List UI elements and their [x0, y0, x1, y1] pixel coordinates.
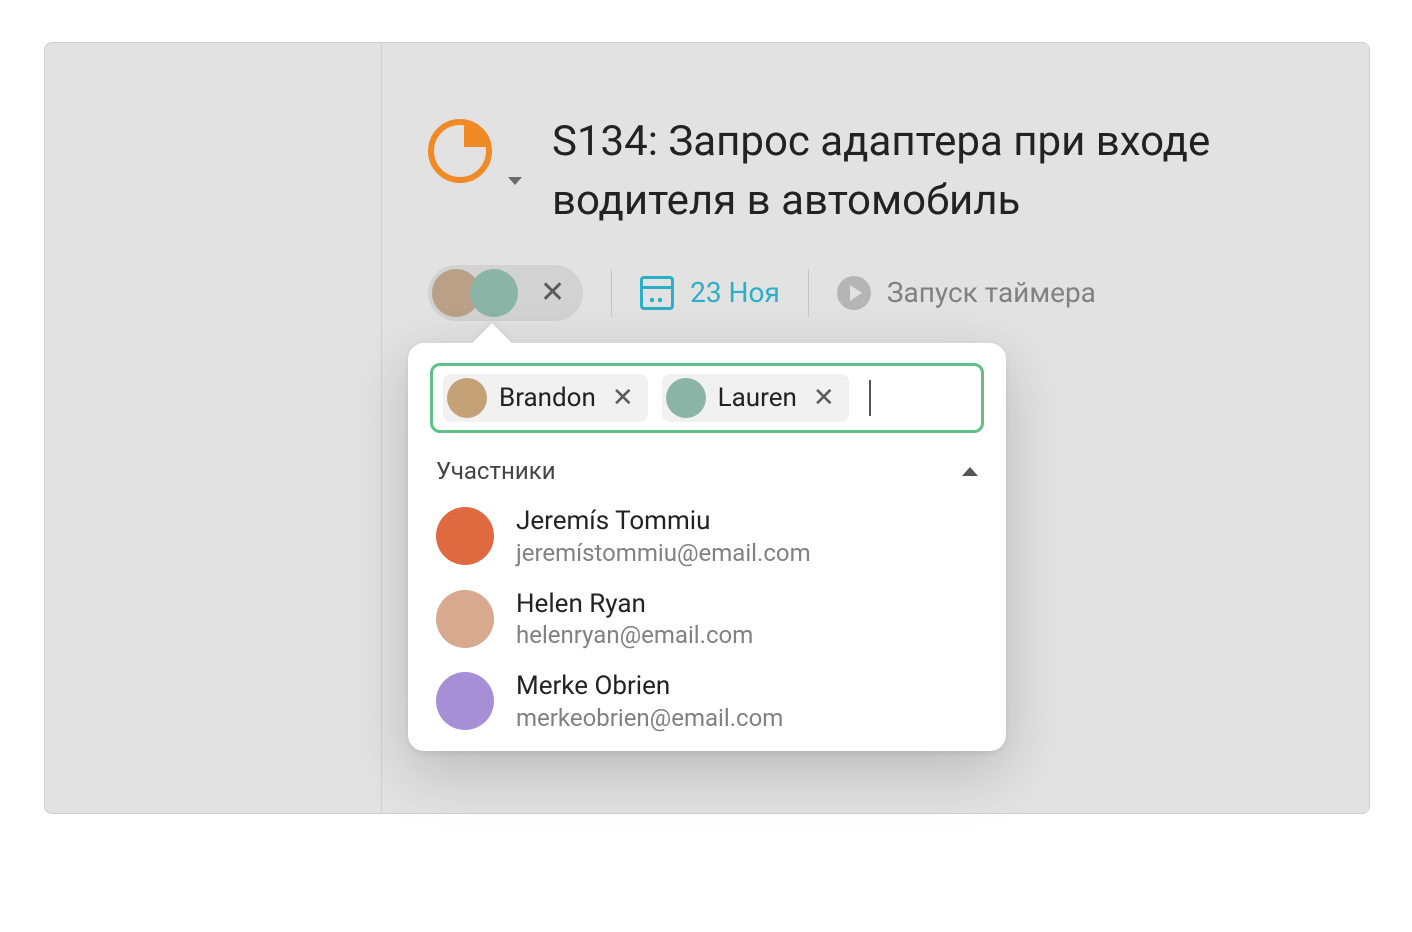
person-email: merkeobrien@email.com	[516, 703, 783, 733]
avatar	[470, 269, 518, 317]
timer-label: Запуск таймера	[887, 276, 1096, 309]
text-cursor	[869, 380, 871, 416]
avatar	[447, 378, 487, 418]
play-icon	[837, 276, 871, 310]
avatar	[436, 507, 494, 565]
divider	[808, 269, 809, 317]
clear-assignees-icon[interactable]: ✕	[540, 275, 565, 310]
divider	[611, 269, 612, 317]
remove-chip-icon[interactable]: ✕	[608, 383, 638, 413]
task-title: S134: Запрос адаптера при входе водителя…	[552, 113, 1329, 231]
start-timer-button[interactable]: Запуск таймера	[837, 276, 1096, 310]
person-name: Merke Obrien	[516, 670, 783, 703]
people-picker-option[interactable]: Helen Ryan helenryan@email.com	[430, 578, 984, 661]
remove-chip-icon[interactable]: ✕	[809, 383, 839, 413]
people-picker-option[interactable]: Merke Obrien merkeobrien@email.com	[430, 660, 984, 743]
collapse-section-icon[interactable]	[962, 467, 978, 476]
assignees-chip[interactable]: ✕	[428, 265, 583, 321]
avatar	[666, 378, 706, 418]
people-picker-popover: Brandon ✕ Lauren ✕ Участники Jeremís Tom…	[408, 343, 1006, 751]
calendar-icon	[640, 276, 674, 310]
section-label: Участники	[436, 457, 556, 485]
person-name: Jeremís Tommiu	[516, 505, 811, 538]
status-indicator[interactable]	[428, 119, 492, 183]
person-name: Helen Ryan	[516, 588, 753, 621]
due-date-label: 23 Ноя	[690, 276, 780, 309]
people-picker-option[interactable]: Jeremís Tommiu jeremístommiu@email.com	[430, 495, 984, 578]
status-chevron-icon[interactable]	[508, 177, 522, 185]
person-email: jeremístommiu@email.com	[516, 538, 811, 568]
due-date-button[interactable]: 23 Ноя	[640, 276, 780, 310]
assignee-chip[interactable]: Lauren ✕	[662, 374, 849, 422]
people-picker-input[interactable]: Brandon ✕ Lauren ✕	[430, 363, 984, 433]
avatar	[436, 590, 494, 648]
chip-label: Lauren	[718, 383, 797, 413]
person-email: helenryan@email.com	[516, 620, 753, 650]
avatar	[436, 672, 494, 730]
chip-label: Brandon	[499, 383, 596, 413]
assignee-chip[interactable]: Brandon ✕	[443, 374, 648, 422]
panel-sidebar	[45, 43, 382, 813]
